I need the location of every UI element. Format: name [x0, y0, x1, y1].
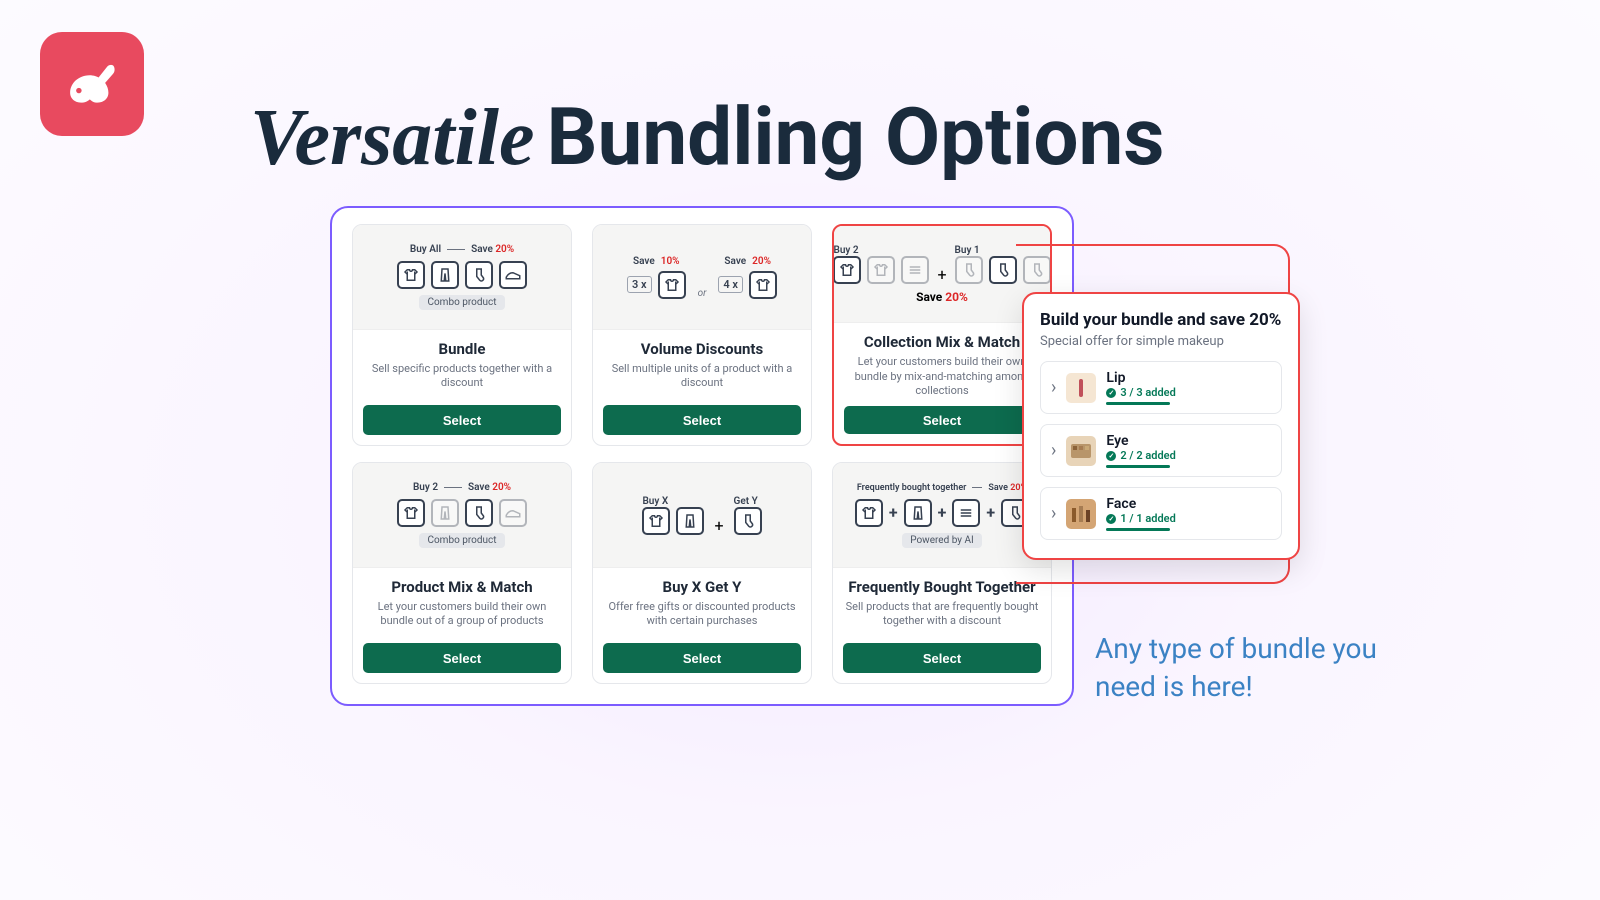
label-or: or	[698, 288, 707, 299]
select-button[interactable]: Select	[363, 405, 561, 435]
shirt-icon	[867, 256, 895, 284]
progress-bar	[1106, 465, 1170, 468]
bundle-row-eye[interactable]: › Eye ✓2 / 2 added	[1040, 424, 1282, 477]
sock-icon	[955, 256, 983, 284]
chevron-right-icon: ›	[1051, 503, 1056, 524]
card-product-mix-match: Buy 2 Save 20% Combo product Product Mix…	[352, 462, 572, 684]
label-buy-2: Buy 2	[413, 482, 438, 493]
card-desc: Let your customers build their own bundl…	[363, 600, 561, 629]
shirt-icon	[397, 499, 425, 527]
chevron-right-icon: ›	[1051, 440, 1056, 461]
folded-icon	[952, 499, 980, 527]
sock-icon	[465, 261, 493, 289]
card-title: Frequently Bought Together	[843, 578, 1041, 596]
card-title: Bundle	[363, 340, 561, 358]
card-title: Volume Discounts	[603, 340, 801, 358]
select-button[interactable]: Select	[843, 643, 1041, 673]
card-desc: Offer free gifts or discounted products …	[603, 600, 801, 629]
card-desc: Sell products that are frequently bought…	[843, 600, 1041, 629]
chip-combo: Combo product	[419, 295, 504, 310]
thumb-face	[1066, 499, 1096, 529]
select-button[interactable]: Select	[844, 406, 1040, 434]
thumb-eye	[1066, 436, 1096, 466]
app-logo	[40, 32, 144, 136]
label-save: Save 20%	[471, 244, 514, 255]
tagline-text: Any type of bundle you need is here!	[1095, 630, 1395, 706]
card-art: Buy X + Get Y	[593, 463, 811, 568]
progress-bar	[1106, 528, 1170, 531]
row-name: Eye	[1106, 433, 1271, 449]
plus-icon: +	[889, 503, 898, 522]
shirt-icon	[749, 271, 777, 299]
chip-combo: Combo product	[419, 533, 504, 548]
thumb-lip	[1066, 373, 1096, 403]
progress-bar	[1106, 402, 1170, 405]
qty-4: 4 x	[718, 276, 743, 293]
select-button[interactable]: Select	[363, 643, 561, 673]
hero-title: VersatileBundling Options	[250, 90, 1164, 184]
rabbit-icon	[57, 49, 127, 119]
shirt-icon	[397, 261, 425, 289]
sock-icon	[989, 256, 1017, 284]
shoe-icon	[499, 261, 527, 289]
card-desc: Let your customers build their own bundl…	[844, 355, 1040, 398]
card-art: Save 10% 3 x or Save 20% 4 x	[593, 225, 811, 330]
folded-icon	[901, 256, 929, 284]
card-title: Collection Mix & Match	[844, 333, 1040, 351]
card-title: Product Mix & Match	[363, 578, 561, 596]
card-volume-discounts: Save 10% 3 x or Save 20% 4 x Volume Disc…	[592, 224, 812, 446]
plus-icon: +	[938, 503, 947, 522]
label-buy-x: Buy X	[642, 496, 704, 507]
label-fbt: Frequently bought together	[857, 483, 967, 493]
row-status: ✓2 / 2 added	[1106, 449, 1271, 462]
row-status: ✓3 / 3 added	[1106, 386, 1271, 399]
pants-icon	[904, 499, 932, 527]
shoe-icon	[499, 499, 527, 527]
card-title: Buy X Get Y	[603, 578, 801, 596]
card-bundle: Buy All Save 20% Combo product Bundle Se…	[352, 224, 572, 446]
card-art: Buy All Save 20% Combo product	[353, 225, 571, 330]
bundle-options-panel: Buy All Save 20% Combo product Bundle Se…	[330, 206, 1074, 706]
pants-icon	[431, 261, 459, 289]
label-buy-all: Buy All	[410, 244, 441, 255]
label-buy-2: Buy 2	[833, 245, 929, 256]
qty-3: 3 x	[627, 276, 652, 293]
popup-subtitle: Special offer for simple makeup	[1040, 334, 1282, 349]
chip-ai: Powered by AI	[902, 533, 982, 548]
card-desc: Sell multiple units of a product with a …	[603, 362, 801, 391]
hero-rest: Bundling Options	[546, 90, 1164, 184]
shirt-icon	[833, 256, 861, 284]
shirt-icon	[658, 271, 686, 299]
chevron-right-icon: ›	[1051, 377, 1056, 398]
plus-icon: +	[986, 503, 995, 522]
select-button[interactable]: Select	[603, 405, 801, 435]
plus-icon: +	[937, 265, 946, 284]
row-status: ✓1 / 1 added	[1106, 512, 1271, 525]
pants-icon	[676, 507, 704, 535]
bundle-row-face[interactable]: › Face ✓1 / 1 added	[1040, 487, 1282, 540]
row-name: Lip	[1106, 370, 1271, 386]
popup-title: Build your bundle and save 20%	[1040, 310, 1282, 330]
pants-icon	[431, 499, 459, 527]
build-bundle-popup: Build your bundle and save 20% Special o…	[1022, 292, 1300, 560]
shirt-icon	[642, 507, 670, 535]
label-get-y: Get Y	[734, 496, 762, 507]
select-button[interactable]: Select	[603, 643, 801, 673]
sock-icon	[734, 507, 762, 535]
row-name: Face	[1106, 496, 1271, 512]
plus-icon: +	[714, 516, 723, 535]
shirt-icon	[855, 499, 883, 527]
card-art: Buy 2 Save 20% Combo product	[353, 463, 571, 568]
hero-emphasis: Versatile	[250, 94, 534, 182]
card-desc: Sell specific products together with a d…	[363, 362, 561, 391]
bundle-row-lip[interactable]: › Lip ✓3 / 3 added	[1040, 361, 1282, 414]
card-buy-x-get-y: Buy X + Get Y Buy X Get Y Offer free gif…	[592, 462, 812, 684]
sock-icon	[465, 499, 493, 527]
